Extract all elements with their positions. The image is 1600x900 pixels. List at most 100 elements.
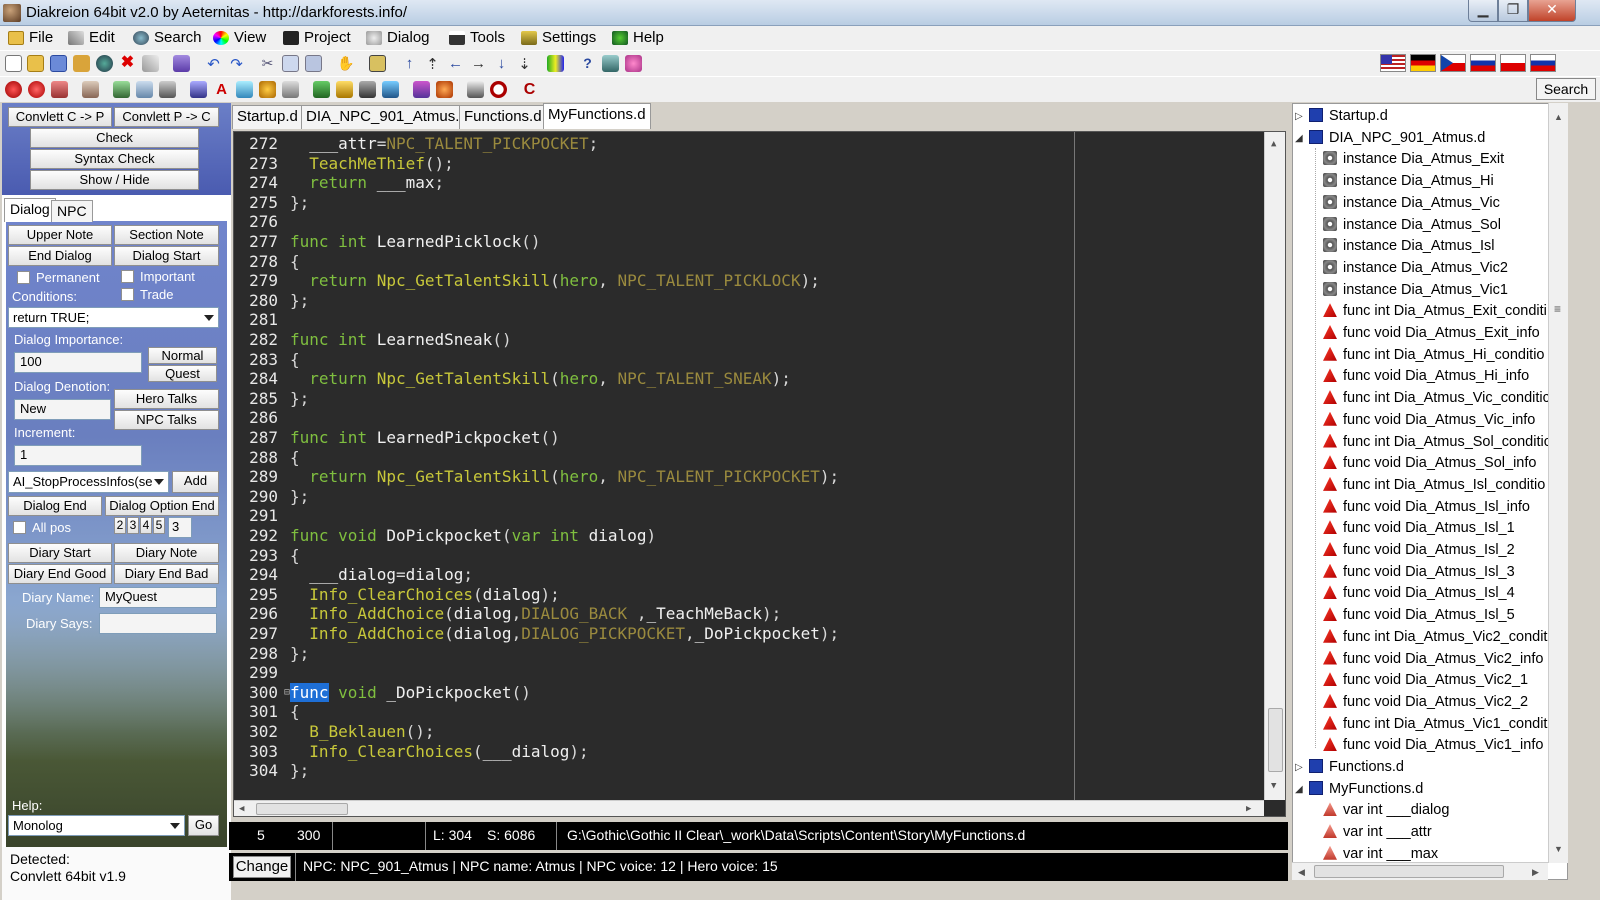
- person-icon[interactable]: [82, 81, 99, 98]
- tree-file-node[interactable]: MyFunctions.d: [1309, 779, 1423, 801]
- tree-item[interactable]: instance Dia_Atmus_Sol: [1323, 215, 1501, 237]
- columns-icon[interactable]: [547, 55, 564, 72]
- collapse-icon[interactable]: ◢: [1295, 784, 1303, 795]
- help-select[interactable]: Monolog: [8, 815, 185, 836]
- undo-icon[interactable]: ↶: [205, 55, 222, 73]
- check-button[interactable]: Check: [30, 128, 199, 148]
- tree-item[interactable]: instance Dia_Atmus_Hi: [1323, 171, 1494, 193]
- dialog-option-end-button[interactable]: Dialog Option End: [105, 496, 219, 516]
- pos-4-button[interactable]: 4: [140, 517, 152, 534]
- eraser-icon[interactable]: [142, 55, 159, 72]
- code-line[interactable]: };: [290, 487, 309, 507]
- ear-icon[interactable]: [282, 81, 299, 98]
- flag-english-icon[interactable]: [1380, 54, 1406, 72]
- flag-polish-icon[interactable]: [1500, 54, 1526, 72]
- diary-end-good-button[interactable]: Diary End Good: [8, 564, 112, 584]
- tree-item[interactable]: func void Dia_Atmus_Sol_info: [1323, 453, 1536, 475]
- add-button[interactable]: Add: [172, 471, 219, 493]
- open-folder-icon[interactable]: [27, 55, 44, 72]
- menu-search[interactable]: Search: [133, 29, 202, 47]
- tree-item[interactable]: func void Dia_Atmus_Vic2_1: [1323, 670, 1528, 692]
- tree-item[interactable]: func void Dia_Atmus_Exit_info: [1323, 323, 1540, 345]
- diary-end-bad-button[interactable]: Diary End Bad: [114, 564, 219, 584]
- arrow-down-icon[interactable]: ↓: [493, 55, 510, 72]
- diary-note-button[interactable]: Diary Note: [114, 543, 219, 563]
- collapse-icon[interactable]: ◢: [1295, 133, 1303, 144]
- show-hide-button[interactable]: Show / Hide: [30, 170, 199, 190]
- flag-german-icon[interactable]: [1410, 54, 1436, 72]
- letter-a-icon[interactable]: A: [213, 81, 230, 98]
- tree-item[interactable]: func int Dia_Atmus_Vic1_condit: [1323, 714, 1547, 736]
- code-line[interactable]: };: [290, 761, 309, 781]
- tree-file-node[interactable]: Functions.d: [1309, 757, 1404, 779]
- pos-input[interactable]: 3: [168, 517, 192, 538]
- tree-item[interactable]: func void Dia_Atmus_Isl_info: [1323, 497, 1530, 519]
- tree-file-node[interactable]: Startup.d: [1309, 106, 1388, 128]
- copy-icon[interactable]: [282, 55, 299, 72]
- ai-command-select[interactable]: AI_StopProcessInfos(se: [8, 471, 169, 493]
- tree-item[interactable]: instance Dia_Atmus_Vic2: [1323, 258, 1508, 280]
- tree-item[interactable]: func void Dia_Atmus_Isl_1: [1323, 518, 1515, 540]
- tree-item[interactable]: func int Dia_Atmus_Exit_conditi: [1323, 301, 1547, 323]
- tree-file-node[interactable]: DIA_NPC_901_Atmus.d: [1309, 128, 1485, 150]
- fire-icon[interactable]: [51, 81, 68, 98]
- conditions-select[interactable]: return TRUE;: [8, 307, 219, 328]
- tree-vertical-scrollbar[interactable]: ▲ ≡ ▼: [1548, 103, 1568, 863]
- convlett-p-to-c-button[interactable]: Convlett P -> C: [114, 107, 219, 127]
- normal-button[interactable]: Normal: [148, 347, 217, 364]
- tree-item[interactable]: func void Dia_Atmus_Isl_5: [1323, 605, 1515, 627]
- search-button[interactable]: Search: [1536, 78, 1596, 100]
- code-line[interactable]: TeachMeThief();: [290, 154, 454, 174]
- flag-czech-icon[interactable]: [1440, 54, 1466, 72]
- important-checkbox[interactable]: [121, 270, 134, 283]
- tree-item[interactable]: func int Dia_Atmus_Isl_conditio: [1323, 475, 1545, 497]
- expand-icon[interactable]: ▷: [1295, 762, 1303, 773]
- code-line[interactable]: func int LearnedPickpocket(): [290, 428, 560, 448]
- editor-vertical-scrollbar[interactable]: ▲ ▼: [1264, 132, 1285, 800]
- apple-icon[interactable]: [28, 81, 45, 98]
- about-icon[interactable]: [625, 55, 642, 72]
- code-line[interactable]: func void DoPickpocket(var int dialog): [290, 526, 656, 546]
- code-line[interactable]: };: [290, 291, 309, 311]
- menu-help[interactable]: Help: [612, 29, 664, 47]
- code-area[interactable]: ___attr=NPC_TALENT_PICKPOCKET; TeachMeTh…: [290, 132, 1285, 802]
- water-icon[interactable]: [382, 81, 399, 98]
- tree-item[interactable]: instance Dia_Atmus_Vic1: [1323, 280, 1508, 302]
- change-button[interactable]: Change: [233, 856, 291, 878]
- arrow-down-bar-icon[interactable]: ⇣: [516, 55, 533, 73]
- scroll-up-icon[interactable]: ▲: [1271, 138, 1276, 150]
- convlett-c-to-p-button[interactable]: Convlett C -> P: [8, 107, 112, 127]
- diary-says-input[interactable]: [99, 613, 217, 634]
- tree-item[interactable]: instance Dia_Atmus_Vic: [1323, 193, 1500, 215]
- tab-myfunctions[interactable]: MyFunctions.d: [543, 103, 651, 129]
- tree-item[interactable]: var int ___attr: [1323, 822, 1432, 844]
- home-icon[interactable]: [602, 55, 619, 72]
- quest-button[interactable]: Quest: [148, 365, 217, 382]
- tree-item[interactable]: func void Dia_Atmus_Hi_info: [1323, 366, 1529, 388]
- permanent-checkbox[interactable]: [17, 271, 30, 284]
- arrow-up-bar-icon[interactable]: ⇡: [424, 55, 441, 73]
- pos-3-button[interactable]: 3: [127, 517, 139, 534]
- wizard-icon[interactable]: [190, 81, 207, 98]
- robot-icon[interactable]: [467, 81, 484, 98]
- bulb-icon[interactable]: [259, 81, 276, 98]
- scroll-down-icon[interactable]: ▼: [1554, 843, 1563, 855]
- upper-note-button[interactable]: Upper Note: [8, 225, 112, 245]
- diary-start-button[interactable]: Diary Start: [8, 543, 112, 563]
- code-line[interactable]: {: [290, 350, 300, 370]
- editor-vscroll-thumb[interactable]: [1268, 708, 1283, 772]
- dialog-end-button[interactable]: Dialog End: [8, 496, 102, 516]
- all-pos-checkbox[interactable]: [13, 521, 26, 534]
- dialog-start-button[interactable]: Dialog Start: [114, 246, 219, 266]
- tree-item[interactable]: func void Dia_Atmus_Isl_3: [1323, 562, 1515, 584]
- menu-tools[interactable]: Tools: [449, 29, 505, 47]
- code-line[interactable]: func int LearnedPicklock(): [290, 232, 540, 252]
- section-note-button[interactable]: Section Note: [114, 225, 219, 245]
- code-line[interactable]: ___attr=NPC_TALENT_PICKPOCKET;: [290, 134, 598, 154]
- code-line[interactable]: return Npc_GetTalentSkill(hero, NPC_TALE…: [290, 271, 820, 291]
- tree-item[interactable]: func int Dia_Atmus_Hi_conditio: [1323, 345, 1545, 367]
- code-line[interactable]: return Npc_GetTalentSkill(hero, NPC_TALE…: [290, 369, 791, 389]
- expand-icon[interactable]: ▷: [1295, 111, 1303, 122]
- importance-input[interactable]: 100: [14, 352, 142, 373]
- sun-icon[interactable]: [436, 81, 453, 98]
